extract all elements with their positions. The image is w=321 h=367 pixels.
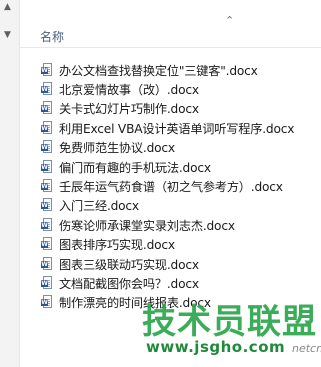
word-doc-icon: W (41, 120, 53, 135)
column-header-bar: ⌃ 名称 (20, 0, 321, 48)
navigation-pane-edge[interactable]: ▲ ▼ (0, 0, 20, 367)
file-name: 文档配截图你会吗？.docx (59, 276, 199, 291)
file-list-item[interactable]: W 办公文档查找替换定位"三键客".docx (41, 60, 316, 79)
file-list-item[interactable]: W 壬辰年运气药食谱（初之气参考方）.docx (41, 176, 316, 195)
word-doc-icon: W (41, 159, 53, 174)
file-name: 关卡式幻灯片巧制作.docx (59, 102, 199, 117)
scroll-up-icon[interactable]: ▲ (4, 2, 11, 12)
word-doc-icon: W (41, 179, 53, 193)
file-name: 入门三经.docx (59, 199, 139, 214)
file-list-item[interactable]: W 偏门而有趣的手机玩法.docx (41, 157, 316, 176)
word-doc-icon: W (41, 237, 53, 251)
file-name: 图表三级联动巧实现.docx (59, 257, 199, 272)
file-name: 壬辰年运气药食谱（初之气参考方）.docx (59, 180, 283, 195)
file-list-item[interactable]: W 伤寒论师承课堂实录刘志杰.docx (41, 215, 316, 234)
file-name: 图表排序巧实现.docx (59, 238, 175, 253)
file-list-item[interactable]: W 关卡式幻灯片巧制作.docx (41, 99, 316, 118)
word-doc-icon: W (41, 82, 53, 96)
word-doc-icon: W (41, 62, 53, 77)
file-list-item[interactable]: W 图表三级联动巧实现.docx (41, 254, 316, 273)
file-list-item[interactable]: W 制作漂亮的时间线报表.docx (41, 293, 316, 312)
file-list-item[interactable]: W 入门三经.docx (41, 196, 316, 215)
file-name: 免费师范生协议.docx (59, 141, 175, 156)
word-doc-icon: W (41, 275, 53, 290)
file-name: 偏门而有趣的手机玩法.docx (59, 160, 211, 175)
word-doc-icon: W (41, 295, 53, 309)
watermark-url: www.jsgho.com (146, 338, 286, 356)
file-name: 北京爱情故事（改）.docx (59, 83, 199, 98)
file-explorer-window: ▲ ▼ ⌃ 名称 W 办公文档查找替换定位"三键客".docx W 北京爱情故事… (0, 0, 321, 367)
file-list: W 办公文档查找替换定位"三键客".docx W 北京爱情故事（改）.docx … (41, 60, 316, 312)
file-name: 制作漂亮的时间线报表.docx (59, 296, 211, 311)
file-list-item[interactable]: W 图表排序巧实现.docx (41, 235, 316, 254)
file-name: 伤寒论师承课堂实录刘志杰.docx (59, 218, 235, 233)
chevron-up-icon[interactable]: ⌃ (225, 14, 234, 27)
word-doc-icon: W (41, 256, 53, 271)
column-header-name[interactable]: 名称 (40, 28, 64, 45)
file-list-item[interactable]: W 文档配截图你会吗？.docx (41, 273, 316, 292)
word-doc-icon: W (41, 217, 53, 232)
file-list-item[interactable]: W 免费师范生协议.docx (41, 138, 316, 157)
chevron-down-icon[interactable]: ▼ (4, 30, 11, 40)
word-doc-icon: W (41, 101, 53, 115)
file-list-item[interactable]: W 利用Excel VBA设计英语单词听写程序.docx (41, 118, 316, 137)
watermark-tag: netcn (292, 342, 321, 355)
word-doc-icon: W (41, 198, 53, 212)
file-name: 利用Excel VBA设计英语单词听写程序.docx (59, 121, 295, 136)
file-list-item[interactable]: W 北京爱情故事（改）.docx (41, 79, 316, 98)
file-name: 办公文档查找替换定位"三键客".docx (59, 63, 258, 78)
word-doc-icon: W (41, 140, 53, 154)
